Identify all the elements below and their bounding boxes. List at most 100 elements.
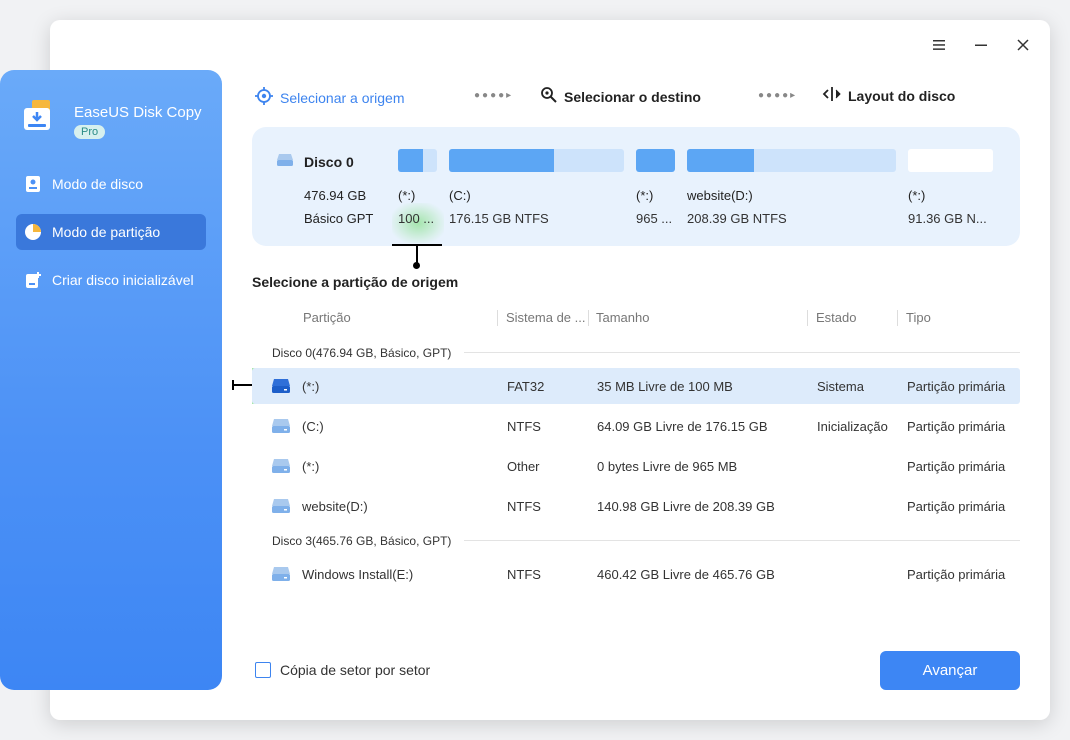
sidebar-item-label: Criar disco inicializável — [52, 272, 194, 288]
column-divider[interactable] — [497, 310, 498, 326]
step-label: Layout do disco — [848, 87, 956, 104]
partition-bar-fill — [449, 149, 554, 172]
column-divider[interactable] — [807, 310, 808, 326]
app-title: EaseUS Disk Copy — [74, 104, 202, 121]
partition-bar[interactable] — [687, 149, 896, 172]
column-header-size[interactable]: Tamanho — [596, 310, 649, 325]
column-header-state[interactable]: Estado — [816, 310, 856, 325]
cell-partition: (*:) — [302, 459, 320, 474]
cell-filesystem: FAT32 — [507, 379, 545, 394]
column-header-partition[interactable]: Partição — [303, 310, 351, 325]
close-icon[interactable] — [1014, 36, 1032, 54]
step-select-destination[interactable]: Selecionar o destino — [540, 86, 701, 107]
disk-name: Disco 0 — [304, 154, 354, 170]
partition-bar-fill — [636, 149, 675, 172]
cell-size: 35 MB Livre de 100 MB — [597, 379, 733, 394]
partition-drive-icon — [271, 418, 291, 437]
cell-type: Partição primária — [907, 567, 1006, 582]
partition-drive-icon — [271, 498, 291, 517]
partition-info: 100 ... — [398, 211, 435, 226]
menu-icon[interactable] — [930, 36, 948, 54]
table-header: Partição Sistema de ... Tamanho Estado T… — [252, 310, 1020, 328]
wizard-steps: Selecionar a origem ●●●●▸ Selecionar o d… — [254, 86, 994, 108]
bootable-disk-icon — [24, 271, 42, 289]
cell-type: Partição primária — [907, 459, 1006, 474]
table-row[interactable]: (C:) NTFS 64.09 GB Livre de 176.15 GB In… — [252, 408, 1020, 444]
partition-label: (*:) — [636, 188, 654, 203]
brand: EaseUS Disk Copy Pro — [22, 98, 202, 141]
partition-label: (*:) — [908, 188, 926, 203]
cell-partition: website(D:) — [302, 499, 368, 514]
step-select-source[interactable]: Selecionar a origem — [254, 86, 405, 109]
partition-drive-icon — [271, 378, 291, 397]
partition-bar[interactable] — [449, 149, 624, 172]
column-header-type[interactable]: Tipo — [906, 310, 931, 325]
column-divider[interactable] — [897, 310, 898, 326]
sidebar-item-label: Modo de partição — [52, 224, 161, 240]
partition-bar-fill — [687, 149, 754, 172]
column-header-filesystem[interactable]: Sistema de ... — [506, 310, 585, 325]
partition-info: 91.36 GB N... — [908, 211, 987, 226]
table-row[interactable]: website(D:) NTFS 140.98 GB Livre de 208.… — [252, 488, 1020, 524]
group-divider — [464, 540, 1020, 541]
sidebar-nav: Modo de disco Modo de partição Criar dis… — [16, 166, 206, 310]
disk-overview-panel: Disco 0 476.94 GB Básico GPT (*:) 100 ..… — [252, 127, 1020, 246]
disk-type: Básico GPT — [304, 211, 374, 226]
sector-copy-option[interactable]: Cópia de setor por setor — [255, 662, 430, 678]
disk-group-header: Disco 3(465.76 GB, Básico, GPT) — [272, 534, 452, 548]
cell-type: Partição primária — [907, 419, 1006, 434]
partition-bar[interactable] — [398, 149, 437, 172]
table-row[interactable]: (*:) Other 0 bytes Livre de 965 MB Parti… — [252, 448, 1020, 484]
table-row[interactable]: Windows Install(E:) NTFS 460.42 GB Livre… — [252, 556, 1020, 592]
sidebar-item-bootable-disk[interactable]: Criar disco inicializável — [16, 262, 206, 298]
sector-copy-checkbox[interactable] — [255, 662, 271, 678]
step-label: Selecionar a origem — [280, 89, 405, 106]
section-title: Selecione a partição de origem — [252, 274, 459, 290]
partition-drive-icon — [271, 566, 291, 585]
cell-size: 460.42 GB Livre de 465.76 GB — [597, 567, 775, 582]
sidebar-item-disk-mode[interactable]: Modo de disco — [16, 166, 206, 202]
cell-partition: Windows Install(E:) — [302, 567, 414, 582]
callout-line — [232, 384, 252, 386]
partition-drive-icon — [271, 458, 291, 477]
cell-filesystem: NTFS — [507, 499, 541, 514]
cell-filesystem: Other — [507, 459, 540, 474]
partition-bar-fill — [398, 149, 424, 172]
step-arrow-icon: ●●●●▸ — [758, 90, 798, 101]
pro-badge: Pro — [74, 125, 106, 139]
disk-icon — [276, 153, 294, 172]
sector-copy-label: Cópia de setor por setor — [280, 662, 431, 678]
cell-state: Sistema — [817, 379, 864, 394]
cell-type: Partição primária — [907, 499, 1006, 514]
disk-size: 476.94 GB — [304, 188, 367, 203]
target-icon — [254, 86, 274, 109]
step-label: Selecionar o destino — [564, 88, 701, 105]
cell-size: 140.98 GB Livre de 208.39 GB — [597, 499, 775, 514]
cell-partition: (*:) — [302, 379, 320, 394]
cell-filesystem: NTFS — [507, 567, 541, 582]
partition-info: 965 ... — [636, 211, 673, 226]
cell-state: Inicialização — [817, 419, 888, 434]
minimize-icon[interactable] — [972, 36, 990, 54]
callout-dot — [413, 262, 420, 269]
layout-icon — [822, 86, 842, 105]
disk-group-header: Disco 0(476.94 GB, Básico, GPT) — [272, 346, 452, 360]
column-divider[interactable] — [588, 310, 589, 326]
sidebar-item-label: Modo de disco — [52, 176, 144, 192]
app-logo-icon — [22, 98, 60, 141]
sidebar-item-partition-mode[interactable]: Modo de partição — [16, 214, 206, 250]
group-divider — [464, 352, 1020, 353]
table-row[interactable]: (*:) FAT32 35 MB Livre de 100 MB Sistema… — [252, 368, 1020, 404]
partition-bar[interactable] — [636, 149, 675, 172]
window-controls — [930, 36, 1032, 54]
partition-info: 176.15 GB NTFS — [449, 211, 549, 226]
partition-bar[interactable] — [908, 149, 993, 172]
partition-label: (C:) — [449, 188, 471, 203]
cell-partition: (C:) — [302, 419, 324, 434]
step-disk-layout[interactable]: Layout do disco — [822, 86, 955, 105]
cell-type: Partição primária — [907, 379, 1006, 394]
cell-size: 0 bytes Livre de 965 MB — [597, 459, 738, 474]
next-button[interactable]: Avançar — [880, 651, 1020, 690]
disk-mode-icon — [24, 175, 42, 193]
cell-size: 64.09 GB Livre de 176.15 GB — [597, 419, 768, 434]
